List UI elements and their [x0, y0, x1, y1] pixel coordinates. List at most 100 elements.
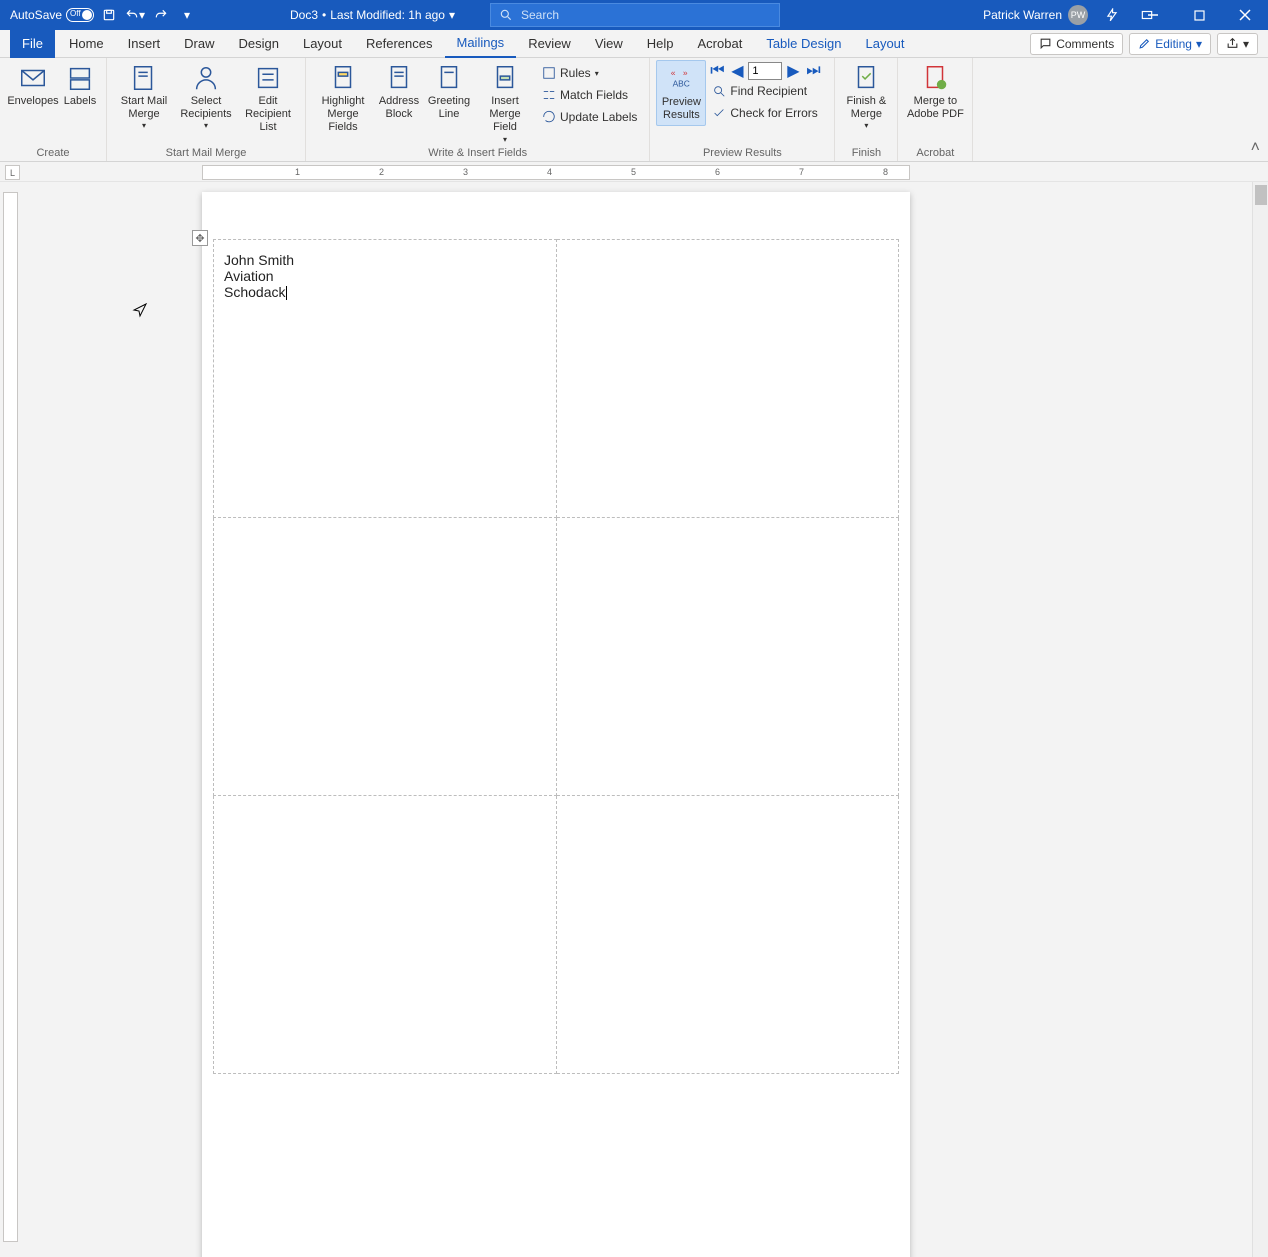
table-move-handle[interactable]: ✥ [192, 230, 208, 246]
group-label-preview-results: Preview Results [703, 147, 782, 161]
maximize-button[interactable] [1176, 0, 1222, 30]
editing-mode-button[interactable]: Editing ▾ [1129, 33, 1211, 55]
tab-acrobat[interactable]: Acrobat [686, 30, 755, 58]
tab-layout-contextual[interactable]: Layout [853, 30, 916, 58]
check-icon [712, 106, 726, 120]
scrollbar-thumb[interactable] [1255, 185, 1267, 205]
update-labels-button[interactable]: Update Labels [538, 106, 641, 128]
user-account[interactable]: Patrick Warren PW [983, 5, 1088, 25]
find-recipient-button[interactable]: Find Recipient [708, 80, 826, 102]
lightning-icon[interactable] [1101, 4, 1123, 26]
label-cell[interactable] [556, 518, 899, 796]
chevron-down-icon: ▾ [449, 8, 455, 22]
last-record-button[interactable]: ⏭ [804, 62, 822, 80]
greeting-line-button[interactable]: Greeting Line [424, 60, 474, 124]
envelopes-button[interactable]: Envelopes [6, 60, 60, 111]
vertical-ruler[interactable] [0, 182, 20, 1257]
tab-mailings[interactable]: Mailings [445, 30, 517, 58]
autosave-toggle[interactable]: AutoSave Off [10, 8, 94, 22]
labels-button[interactable]: Labels [60, 60, 100, 111]
label-cell[interactable] [214, 518, 557, 796]
tab-selector[interactable]: L [5, 165, 20, 180]
title-bar: AutoSave Off ▾ ▾ Doc3 • Last Modified: 1… [0, 0, 1268, 30]
tab-design[interactable]: Design [227, 30, 291, 58]
tab-home[interactable]: Home [57, 30, 116, 58]
insert-merge-field-button[interactable]: Insert Merge Field▾ [474, 60, 536, 147]
minimize-button[interactable] [1130, 0, 1176, 30]
undo-button[interactable]: ▾ [124, 4, 146, 26]
match-fields-button[interactable]: Match Fields [538, 84, 641, 106]
collapse-ribbon-button[interactable]: ˄ [1251, 139, 1260, 157]
recipient-name: John Smith [224, 252, 546, 268]
redo-button[interactable] [150, 4, 172, 26]
address-block-button[interactable]: Address Block [374, 60, 424, 124]
finish-merge-button[interactable]: Finish & Merge▾ [841, 60, 891, 134]
merge-field-icon [490, 63, 520, 93]
chevron-down-icon: ▾ [1196, 37, 1202, 51]
document-area[interactable]: ✥ John Smith Aviation Schodack [20, 182, 1268, 1257]
match-icon [542, 88, 556, 102]
start-mail-merge-button[interactable]: Start Mail Merge▾ [113, 60, 175, 134]
highlight-icon [328, 63, 358, 93]
merge-to-adobe-pdf-button[interactable]: Merge to Adobe PDF [904, 60, 966, 124]
first-record-button[interactable]: ⏮ [708, 62, 726, 80]
svg-text:»: » [683, 67, 688, 77]
tab-layout[interactable]: Layout [291, 30, 354, 58]
svg-text:ABC: ABC [673, 79, 690, 89]
record-number-input[interactable] [748, 62, 782, 80]
tab-references[interactable]: References [354, 30, 444, 58]
tab-help[interactable]: Help [635, 30, 686, 58]
chevron-down-icon: ▾ [1243, 37, 1249, 51]
share-icon [1226, 37, 1239, 50]
tab-table-design[interactable]: Table Design [754, 30, 853, 58]
tab-view[interactable]: View [583, 30, 635, 58]
tab-insert[interactable]: Insert [116, 30, 173, 58]
previous-record-button[interactable]: ◀ [728, 62, 746, 80]
labels-table: John Smith Aviation Schodack [213, 239, 899, 1074]
label-cell[interactable] [556, 240, 899, 518]
close-button[interactable] [1222, 0, 1268, 30]
vertical-scrollbar[interactable] [1252, 182, 1268, 1257]
ribbon: Envelopes Labels Create Start Mail Merge… [0, 58, 1268, 162]
horizontal-ruler[interactable]: L 1 2 3 4 5 6 7 8 [0, 162, 1268, 182]
page: ✥ John Smith Aviation Schodack [202, 192, 910, 1257]
search-icon [499, 8, 513, 22]
group-label-finish: Finish [852, 147, 881, 161]
save-button[interactable] [98, 4, 120, 26]
highlight-merge-fields-button[interactable]: Highlight Merge Fields [312, 60, 374, 138]
envelope-icon [18, 63, 48, 93]
mail-merge-icon [129, 63, 159, 93]
label-cell[interactable] [556, 796, 899, 1074]
tab-review[interactable]: Review [516, 30, 583, 58]
recipient-field2: Aviation [224, 268, 546, 284]
select-recipients-button[interactable]: Select Recipients▾ [175, 60, 237, 134]
pencil-icon [1138, 37, 1151, 50]
svg-text:«: « [671, 67, 676, 77]
rules-icon [542, 66, 556, 80]
comment-icon [1039, 37, 1052, 50]
tab-draw[interactable]: Draw [172, 30, 226, 58]
tab-file[interactable]: File [10, 30, 55, 58]
rules-button[interactable]: Rules▾ [538, 62, 641, 84]
recipient-field3: Schodack [224, 284, 546, 300]
group-label-create: Create [36, 147, 69, 161]
customize-qat-button[interactable]: ▾ [176, 4, 198, 26]
edit-list-icon [253, 63, 283, 93]
update-icon [542, 110, 556, 124]
preview-results-button[interactable]: «»ABCPreview Results [656, 60, 706, 126]
search-input[interactable]: Search [490, 3, 780, 27]
ribbon-tabs: File Home Insert Draw Design Layout Refe… [0, 30, 1268, 58]
edit-recipient-list-button[interactable]: Edit Recipient List [237, 60, 299, 138]
document-title[interactable]: Doc3 • Last Modified: 1h ago ▾ [290, 8, 455, 22]
comments-button[interactable]: Comments [1030, 33, 1123, 55]
share-button[interactable]: ▾ [1217, 33, 1258, 55]
find-icon [712, 84, 726, 98]
label-cell[interactable]: John Smith Aviation Schodack [214, 240, 557, 518]
autosave-label: AutoSave [10, 8, 62, 22]
toggle-switch-icon: Off [66, 8, 94, 22]
address-block-icon [384, 63, 414, 93]
label-cell[interactable] [214, 796, 557, 1074]
group-label-acrobat: Acrobat [916, 147, 954, 161]
check-for-errors-button[interactable]: Check for Errors [708, 102, 826, 124]
next-record-button[interactable]: ▶ [784, 62, 802, 80]
